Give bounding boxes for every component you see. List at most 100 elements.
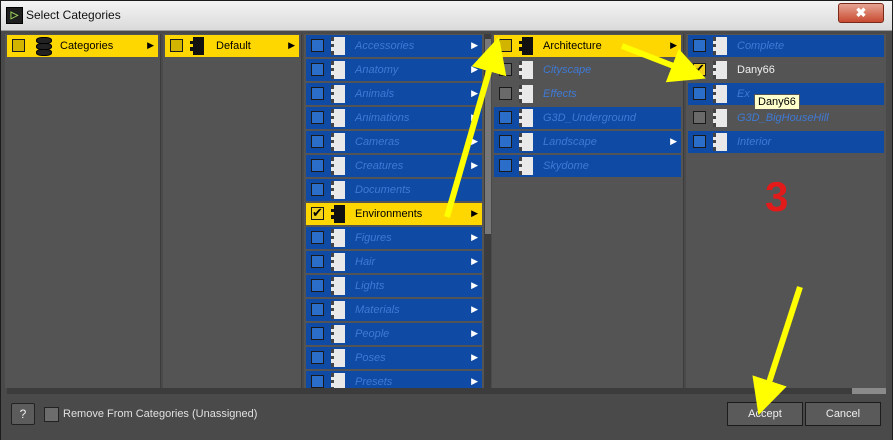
category-checkbox[interactable] <box>12 39 25 52</box>
category-checkbox[interactable] <box>311 205 324 221</box>
category-item[interactable]: Skydome <box>494 155 681 177</box>
chevron-right-icon[interactable]: ▶ <box>471 136 478 147</box>
category-item[interactable]: Documents <box>306 179 482 201</box>
category-checkbox[interactable] <box>311 351 324 364</box>
category-item[interactable]: Effects <box>494 83 681 105</box>
scrollbar-thumb[interactable] <box>852 388 886 394</box>
dialog-footer: ? Remove From Categories (Unassigned) Ac… <box>1 396 892 440</box>
chevron-right-icon[interactable]: ▶ <box>471 64 478 75</box>
category-item[interactable]: Architecture ▶ <box>494 35 681 57</box>
category-icon <box>331 109 345 127</box>
chevron-right-icon[interactable]: ▶ <box>471 112 478 123</box>
category-label: G3D_BigHouseHill <box>737 112 829 124</box>
chevron-right-icon[interactable]: ▶ <box>471 328 478 339</box>
chevron-right-icon[interactable]: ▶ <box>471 256 478 267</box>
category-icon <box>331 325 345 343</box>
category-item[interactable]: Default ▶ <box>165 35 299 57</box>
category-item[interactable]: Presets ▶ <box>306 371 482 388</box>
category-checkbox[interactable] <box>311 135 324 148</box>
category-checkbox[interactable] <box>311 111 324 124</box>
category-item[interactable]: Hair ▶ <box>306 251 482 273</box>
category-item[interactable]: Categories ▶ <box>7 35 158 57</box>
category-checkbox[interactable] <box>311 183 324 196</box>
chevron-right-icon[interactable]: ▶ <box>471 304 478 315</box>
category-item[interactable]: Animations ▶ <box>306 107 482 129</box>
category-checkbox[interactable] <box>170 39 183 52</box>
category-label: Complete <box>737 40 785 52</box>
category-checkbox[interactable] <box>499 159 512 172</box>
close-button[interactable]: ✖ <box>838 3 884 23</box>
cancel-button[interactable]: Cancel <box>805 402 881 426</box>
scrollbar-thumb[interactable] <box>485 39 491 234</box>
category-icon <box>331 349 345 367</box>
category-checkbox[interactable] <box>311 63 324 76</box>
category-checkbox[interactable] <box>499 63 512 76</box>
category-checkbox[interactable] <box>693 135 706 148</box>
category-item[interactable]: G3D_BigHouseHill <box>688 107 884 129</box>
category-item[interactable]: Interior <box>688 131 884 153</box>
tooltip: Dany66 <box>754 94 800 110</box>
category-checkbox[interactable] <box>499 135 512 148</box>
category-item[interactable]: Materials ▶ <box>306 299 482 321</box>
category-item[interactable]: Accessories ▶ <box>306 35 482 57</box>
chevron-right-icon[interactable]: ▶ <box>670 40 677 51</box>
category-checkbox[interactable] <box>311 159 324 172</box>
category-item[interactable]: Environments ▶ <box>306 203 482 225</box>
category-checkbox[interactable] <box>693 87 706 100</box>
chevron-right-icon[interactable]: ▶ <box>471 280 478 291</box>
category-checkbox[interactable] <box>311 231 324 244</box>
category-item[interactable]: Cameras ▶ <box>306 131 482 153</box>
app-icon: ▷ <box>6 7 23 24</box>
category-checkbox[interactable] <box>693 61 706 77</box>
category-item[interactable]: Animals ▶ <box>306 83 482 105</box>
category-label: Anatomy <box>355 64 399 76</box>
category-checkbox[interactable] <box>311 327 324 340</box>
category-column-1: Categories ▶ <box>5 34 161 388</box>
category-item[interactable]: Creatures ▶ <box>306 155 482 177</box>
category-label: Presets <box>355 376 393 388</box>
help-button[interactable]: ? <box>11 403 35 425</box>
category-checkbox[interactable] <box>311 39 324 52</box>
chevron-right-icon[interactable]: ▶ <box>670 136 677 147</box>
chevron-right-icon[interactable]: ▶ <box>288 40 295 51</box>
chevron-right-icon[interactable]: ▶ <box>471 40 478 51</box>
chevron-right-icon[interactable]: ▶ <box>471 88 478 99</box>
category-checkbox[interactable] <box>499 111 512 124</box>
category-label: Dany66 <box>737 64 775 76</box>
category-item[interactable]: Figures ▶ <box>306 227 482 249</box>
category-checkbox[interactable] <box>311 375 324 388</box>
category-icon <box>331 133 345 151</box>
horizontal-scrollbar[interactable] <box>7 388 886 394</box>
category-item[interactable]: Landscape ▶ <box>494 131 681 153</box>
category-checkbox[interactable] <box>311 255 324 268</box>
category-checkbox[interactable] <box>311 303 324 316</box>
chevron-right-icon[interactable]: ▶ <box>471 232 478 243</box>
category-item[interactable]: Poses ▶ <box>306 347 482 369</box>
category-item[interactable]: G3D_Underground <box>494 107 681 129</box>
chevron-right-icon[interactable]: ▶ <box>471 160 478 171</box>
category-item[interactable]: Lights ▶ <box>306 275 482 297</box>
accept-button[interactable]: Accept <box>727 402 803 426</box>
chevron-right-icon[interactable]: ▶ <box>471 376 478 387</box>
category-label: Creatures <box>355 160 404 172</box>
category-item[interactable]: People ▶ <box>306 323 482 345</box>
category-checkbox[interactable] <box>693 111 706 124</box>
category-label: People <box>355 328 390 340</box>
chevron-right-icon[interactable]: ▶ <box>147 40 154 51</box>
category-icon <box>190 37 204 55</box>
chevron-right-icon[interactable]: ▶ <box>471 208 478 219</box>
category-checkbox[interactable] <box>311 279 324 292</box>
category-checkbox[interactable] <box>499 39 512 52</box>
category-icon <box>331 157 345 175</box>
category-label: Skydome <box>543 160 589 172</box>
category-item[interactable]: Anatomy ▶ <box>306 59 482 81</box>
column-3-scrollbar[interactable] <box>485 34 491 388</box>
category-item[interactable]: Dany66 <box>688 59 884 81</box>
category-checkbox[interactable] <box>499 87 512 100</box>
category-checkbox[interactable] <box>693 39 706 52</box>
remove-from-categories-checkbox[interactable] <box>44 407 59 422</box>
category-checkbox[interactable] <box>311 87 324 100</box>
category-item[interactable]: Complete <box>688 35 884 57</box>
category-item[interactable]: Cityscape <box>494 59 681 81</box>
chevron-right-icon[interactable]: ▶ <box>471 352 478 363</box>
